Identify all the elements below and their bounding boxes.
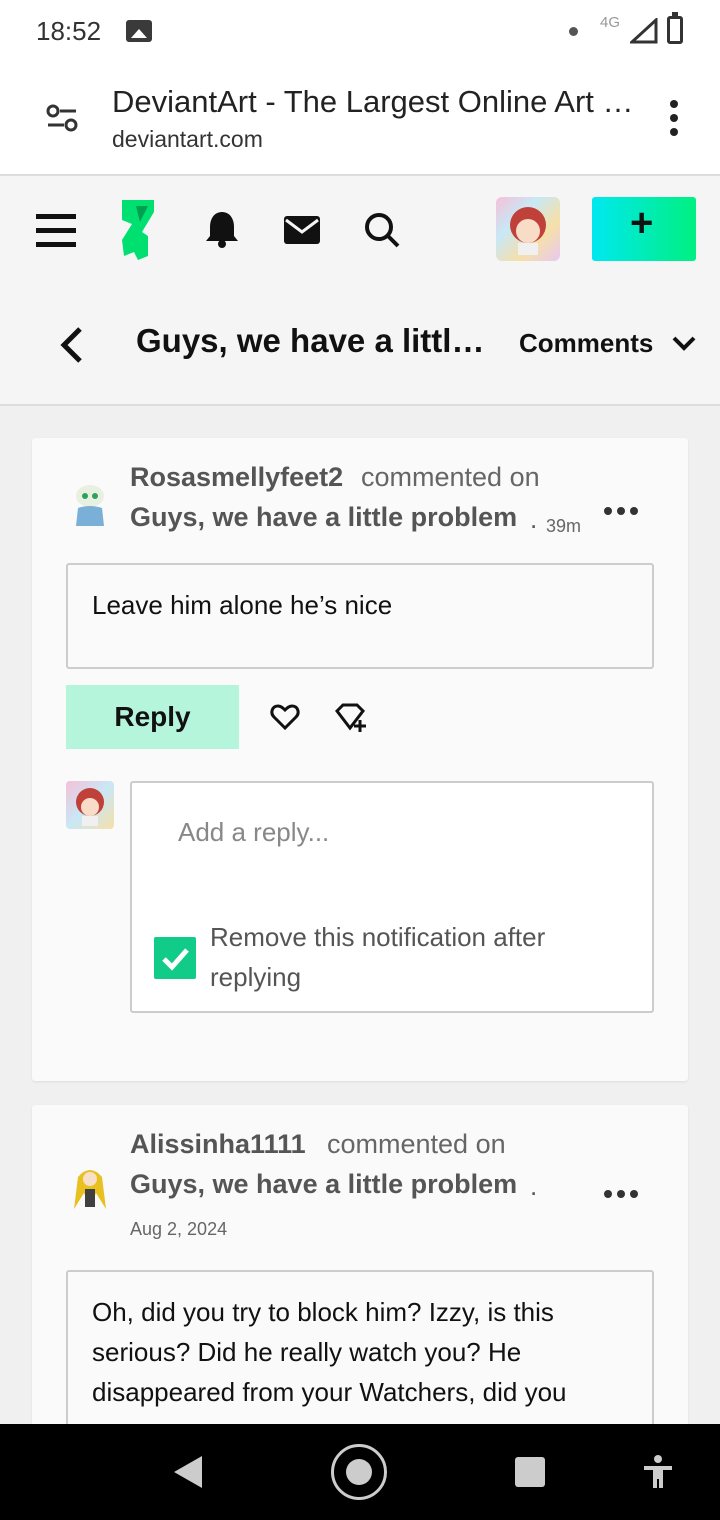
comment-verb: commented on (327, 1129, 506, 1159)
create-button[interactable]: + (592, 197, 696, 261)
mail-icon[interactable] (284, 216, 320, 244)
reply-form: Add a reply... Remove this notification … (130, 781, 654, 1013)
image-icon (126, 20, 152, 42)
comment-card: Rosasmellyfeet2 commented on Guys, we ha… (32, 438, 688, 1081)
award-icon[interactable] (334, 702, 368, 734)
comment-time: Aug 2, 2024 (130, 1219, 228, 1239)
more-horiz-icon[interactable] (604, 1185, 644, 1198)
reply-avatar (66, 781, 114, 829)
more-vert-icon[interactable] (660, 100, 688, 140)
page-header: Guys, we have a littl… Comments (0, 282, 720, 406)
commenter-avatar[interactable] (66, 1163, 114, 1211)
remove-notification-checkbox[interactable] (154, 937, 196, 979)
comments-list: Rosasmellyfeet2 commented on Guys, we ha… (0, 406, 720, 1424)
comment-text: Leave him alone he’s nice (92, 590, 393, 620)
heart-icon[interactable] (270, 703, 300, 731)
dot-icon (569, 27, 578, 36)
nav-recents-icon[interactable] (515, 1457, 545, 1487)
comment-body: Oh, did you try to block him? Izzy, is t… (66, 1270, 654, 1424)
status-bar: 18:52 4G (0, 0, 720, 64)
plus-icon: + (630, 201, 654, 245)
signal-icon (630, 18, 658, 44)
reply-input[interactable]: Add a reply... (178, 817, 329, 848)
browser-page-title[interactable]: DeviantArt - The Largest Online Art … (112, 84, 642, 120)
comment-username[interactable]: Rosasmellyfeet2 (130, 462, 343, 493)
back-arrow-icon[interactable] (58, 326, 84, 364)
check-icon (162, 948, 189, 971)
commenter-avatar[interactable] (66, 478, 114, 526)
tune-icon[interactable] (46, 104, 78, 132)
nav-home-icon[interactable] (331, 1444, 387, 1500)
comment-separator: . (530, 1171, 538, 1201)
accessibility-icon[interactable] (642, 1454, 674, 1490)
comment-separator: . (530, 504, 538, 534)
comments-dropdown[interactable]: Comments (519, 328, 653, 359)
deviantart-logo-icon[interactable] (118, 196, 158, 262)
page-title: Guys, we have a littl… (136, 322, 485, 359)
comment-deviation-link[interactable]: Guys, we have a little problem (130, 502, 517, 533)
reply-button[interactable]: Reply (66, 685, 239, 749)
comment-text: Oh, did you try to block him? Izzy, is t… (92, 1297, 567, 1407)
user-avatar[interactable] (496, 197, 560, 261)
chevron-down-icon[interactable] (672, 336, 696, 352)
status-time: 18:52 (36, 16, 102, 46)
hamburger-icon[interactable] (36, 214, 76, 247)
battery-icon (667, 12, 683, 44)
network-type: 4G (600, 14, 621, 31)
bell-icon[interactable] (204, 210, 240, 248)
site-header: + (0, 176, 720, 282)
browser-domain[interactable]: deviantart.com (112, 126, 263, 153)
comment-card: Alissinha1111 commented on Guys, we have… (32, 1105, 688, 1424)
comment-body: Leave him alone he’s nice (66, 563, 654, 669)
nav-back-icon[interactable] (174, 1456, 202, 1488)
remove-notification-label[interactable]: Remove this notification after replying (210, 917, 630, 997)
comment-time: 39m (546, 516, 582, 536)
comment-verb: commented on (361, 462, 540, 492)
system-nav-bar (0, 1424, 720, 1520)
comment-deviation-link[interactable]: Guys, we have a little problem (130, 1169, 517, 1200)
comment-username[interactable]: Alissinha1111 (130, 1129, 306, 1160)
search-icon[interactable] (363, 211, 401, 249)
more-horiz-icon[interactable] (604, 502, 644, 515)
browser-url-bar: DeviantArt - The Largest Online Art … de… (0, 64, 720, 176)
